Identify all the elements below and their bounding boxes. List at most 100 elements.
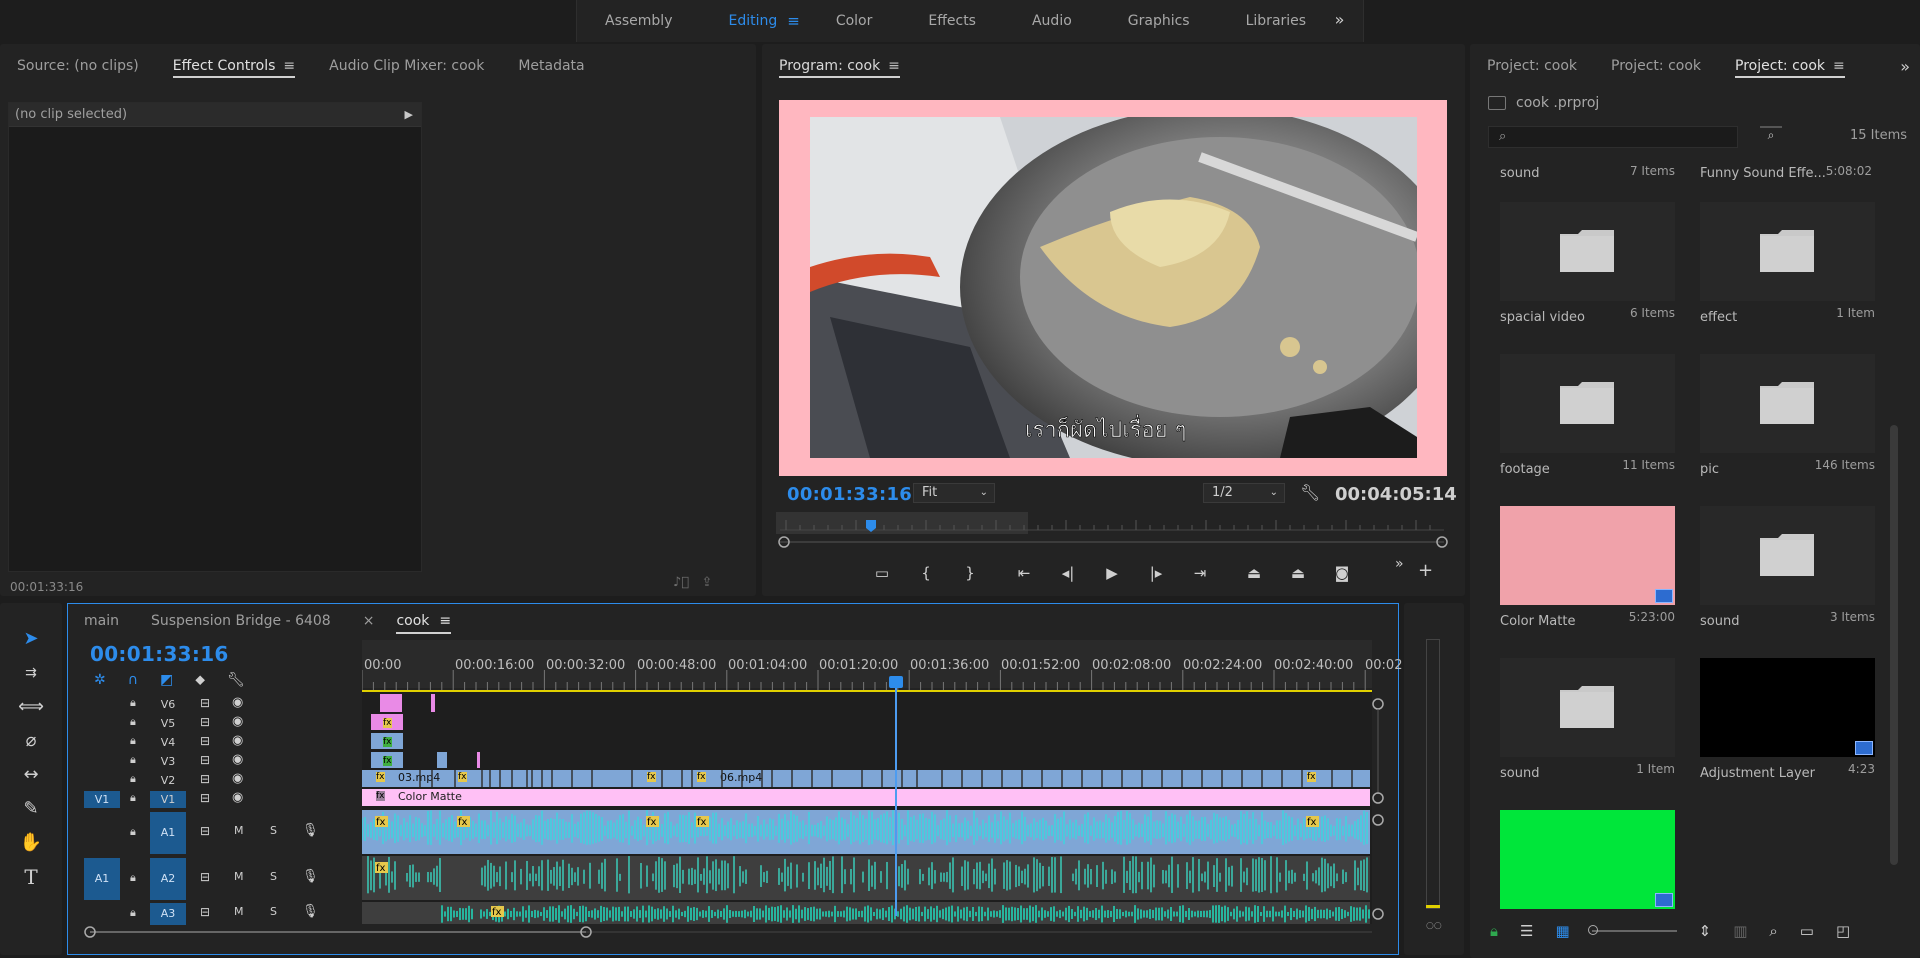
tab-audio-clip-mixer[interactable]: Audio Clip Mixer: cook	[312, 44, 501, 88]
step-back-icon[interactable]: ◂|	[1046, 558, 1090, 588]
play-triangle-icon[interactable]: ▶	[405, 103, 413, 127]
solo-button[interactable]: S	[270, 870, 277, 883]
timeline-timecode[interactable]: 00:01:33:16	[90, 642, 229, 666]
timeline-horizontal-zoom[interactable]	[82, 924, 1382, 940]
lock-track-icon[interactable]: 🔒︎	[130, 715, 136, 729]
v2-clip-strip[interactable]: fx 03.mp4 fx fx fx 06.mp4 fx	[362, 770, 1370, 787]
export-frame-icons[interactable]: ♪⃕ ⇪	[673, 575, 712, 590]
tab-project-2[interactable]: Project: cook	[1594, 44, 1718, 88]
solo-button[interactable]: S	[270, 905, 277, 918]
eye-icon[interactable]: ◉	[232, 771, 243, 786]
selection-tool-icon[interactable]: ➤	[18, 626, 44, 652]
project-search-input[interactable]: ⌕	[1488, 126, 1738, 148]
workspace-tab-assembly[interactable]: Assembly	[577, 0, 700, 42]
playhead[interactable]	[895, 676, 897, 916]
bin-item[interactable]: sound 7 Items	[1490, 154, 1690, 184]
ripple-edit-tool-icon[interactable]: ⟺	[18, 694, 44, 720]
playhead-handle[interactable]	[889, 676, 903, 688]
mark-in-icon[interactable]: {	[904, 558, 948, 588]
tab-project-1[interactable]: Project: cook	[1470, 44, 1594, 88]
close-icon[interactable]: ×	[347, 604, 381, 638]
resolution-select[interactable]: 1/2 ⌄	[1203, 483, 1285, 503]
track-target-v3[interactable]: V3	[150, 753, 186, 770]
bin-item[interactable]: Color Matte 5:23:00	[1490, 506, 1690, 658]
solo-button[interactable]: S	[270, 824, 277, 837]
camera-icon[interactable]: ◙	[1320, 558, 1364, 588]
panel-menu-icon[interactable]: ≡	[283, 58, 295, 74]
sync-lock-icon[interactable]: ⊟	[200, 824, 210, 838]
zoom-slider[interactable]	[1587, 925, 1677, 935]
microphone-icon[interactable]: 🎙︎	[302, 823, 319, 838]
bin-item[interactable]: footage 11 Items	[1490, 354, 1690, 506]
program-scrubber[interactable]	[776, 508, 1448, 550]
v1-color-matte-clip[interactable]: fx Color Matte	[362, 789, 1370, 806]
program-current-timecode[interactable]: 00:01:33:16	[787, 484, 912, 505]
lock-track-icon[interactable]: 🔒︎	[130, 734, 136, 748]
panel-menu-icon[interactable]: ≡	[888, 58, 900, 74]
sync-lock-icon[interactable]: ⊟	[200, 696, 210, 710]
add-marker-icon[interactable]: ⬥	[195, 672, 205, 688]
mute-button[interactable]: M	[234, 824, 244, 837]
linked-selection-icon[interactable]: ◩	[160, 672, 173, 688]
source-patch-v1[interactable]: V1	[84, 791, 120, 808]
extract-icon[interactable]: ⏏	[1276, 558, 1320, 588]
new-item-icon[interactable]: ◰	[1836, 922, 1850, 940]
track-target-v5[interactable]: V5	[150, 715, 186, 732]
step-forward-icon[interactable]: |▸	[1134, 558, 1178, 588]
hand-tool-icon[interactable]: ✋	[18, 830, 44, 856]
audio-waveforms[interactable]: fx fx fx fx fx fx fx	[362, 810, 1370, 926]
lock-icon[interactable]: 🔒︎	[1490, 922, 1498, 940]
track-target-a1[interactable]: A1	[150, 812, 186, 854]
find-bin-icon[interactable]: ⌕	[1760, 126, 1782, 146]
tab-sequence-cook[interactable]: cook ≡	[380, 604, 467, 638]
type-tool-icon[interactable]: T	[18, 864, 44, 890]
track-target-v1[interactable]: V1	[150, 791, 186, 808]
track-target-v4[interactable]: V4	[150, 734, 186, 751]
v6-clip[interactable]	[380, 694, 402, 712]
slip-tool-icon[interactable]: ↔	[18, 762, 44, 788]
workspace-tab-audio[interactable]: Audio	[1004, 0, 1100, 42]
track-target-v6[interactable]: V6	[150, 696, 186, 713]
v4-clip[interactable]: fx	[371, 733, 403, 749]
v3-clip[interactable]	[477, 752, 480, 768]
find-icon[interactable]: ⌕	[1769, 922, 1777, 940]
lock-track-icon[interactable]: 🔒︎	[130, 825, 136, 839]
go-to-in-icon[interactable]: ⇤	[1002, 558, 1046, 588]
eye-icon[interactable]: ◉	[232, 790, 243, 805]
tab-source[interactable]: Source: (no clips)	[0, 44, 156, 88]
list-view-icon[interactable]: ☰	[1520, 922, 1533, 940]
eye-icon[interactable]: ◉	[232, 695, 243, 710]
microphone-icon[interactable]: 🎙︎	[302, 904, 319, 919]
go-to-out-icon[interactable]: ⇥	[1178, 558, 1222, 588]
eye-icon[interactable]: ◉	[232, 714, 243, 729]
bin-item[interactable]: Funny Sound Effe... 5:08:02	[1690, 154, 1890, 184]
lock-track-icon[interactable]: 🔒︎	[130, 906, 136, 920]
tab-sequence-main[interactable]: main	[68, 604, 135, 638]
tab-metadata[interactable]: Metadata	[501, 44, 601, 88]
timeline-vertical-zoom[interactable]	[1370, 694, 1390, 924]
zoom-slider-handle[interactable]	[1587, 925, 1598, 935]
pen-tool-icon[interactable]: ✎	[18, 796, 44, 822]
solo-meter-icons[interactable]: ○○	[1426, 921, 1442, 931]
bin-item[interactable]: sound 3 Items	[1690, 506, 1890, 658]
eye-icon[interactable]: ◉	[232, 752, 243, 767]
v3-clip[interactable]: fx	[371, 752, 403, 768]
lock-track-icon[interactable]: 🔒︎	[130, 753, 136, 767]
new-bin-icon[interactable]: ▭	[1800, 922, 1814, 940]
track-target-a3[interactable]: A3	[150, 903, 186, 925]
nest-icon[interactable]: ✲	[94, 672, 106, 688]
lift-icon[interactable]: ⏏	[1232, 558, 1276, 588]
lock-track-icon[interactable]: 🔒︎	[130, 696, 136, 710]
sort-icon[interactable]: ⇕	[1699, 922, 1712, 940]
timeline-settings-wrench-icon[interactable]: 🔧︎	[227, 672, 245, 688]
workspace-menu-icon[interactable]: ≡	[787, 0, 800, 42]
panel-menu-icon[interactable]: ≡	[439, 613, 451, 629]
sync-lock-icon[interactable]: ⊟	[200, 905, 210, 919]
project-scrollbar[interactable]	[1890, 425, 1898, 865]
tab-effect-controls[interactable]: Effect Controls ≡	[156, 44, 312, 88]
wrench-icon[interactable]: 🔧︎	[1300, 483, 1320, 502]
panel-menu-icon[interactable]: ≡	[1833, 58, 1845, 74]
sync-lock-icon[interactable]: ⊟	[200, 772, 210, 786]
icon-view-icon[interactable]: ▦	[1555, 922, 1569, 940]
tab-project-3[interactable]: Project: cook ≡	[1718, 44, 1862, 88]
